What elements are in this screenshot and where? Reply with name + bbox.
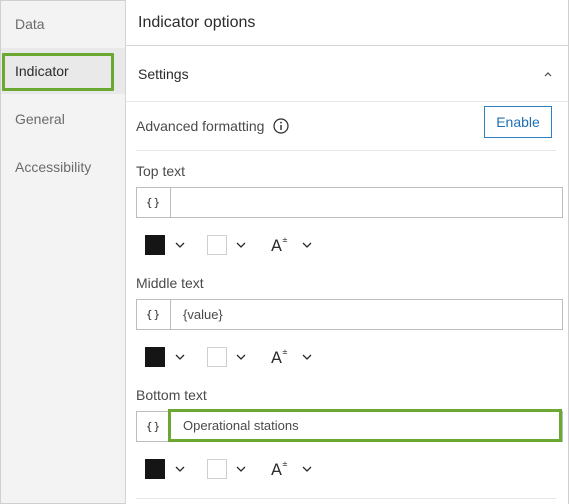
bottom-text-toolbar: A ± [144,457,344,481]
top-text-value[interactable] [171,188,562,217]
sidebar-item-general[interactable]: General [1,96,125,142]
font-size-icon[interactable]: A ± [270,233,292,257]
middle-text-input[interactable]: {} {value} [136,299,563,330]
background-color-swatch[interactable] [207,347,227,367]
insert-expression-icon[interactable]: {} [137,412,171,441]
insert-expression-icon[interactable]: {} [137,188,171,217]
brace-glyph: {} [145,420,162,433]
background-color-swatch[interactable] [207,235,227,255]
advanced-formatting-row: Advanced formatting Enable [136,106,556,146]
top-text-label: Top text [136,163,186,179]
sidebar: Data Indicator General Accessibility [1,1,125,503]
divider [136,498,556,499]
bottom-text-value[interactable]: Operational stations [168,409,562,442]
middle-text-label: Middle text [136,275,204,291]
text-color-swatch[interactable] [145,235,165,255]
chevron-down-icon[interactable] [302,353,312,361]
sidebar-item-label: Indicator [15,63,69,79]
sidebar-item-label: Accessibility [15,159,92,175]
chevron-down-icon[interactable] [236,465,246,473]
middle-text-value[interactable]: {value} [171,300,562,329]
sidebar-item-indicator[interactable]: Indicator [1,48,125,94]
chevron-down-icon[interactable] [302,241,312,249]
top-text-toolbar: A ± [144,233,344,257]
sidebar-item-accessibility[interactable]: Accessibility [1,144,125,190]
settings-section-header[interactable]: Settings [126,46,568,102]
font-size-icon[interactable]: A ± [270,457,292,481]
chevron-down-icon[interactable] [302,465,312,473]
settings-title: Settings [138,65,189,82]
background-color-swatch[interactable] [207,459,227,479]
font-size-icon[interactable]: A ± [270,345,292,369]
sidebar-item-data[interactable]: Data [1,1,125,47]
info-icon[interactable] [273,118,290,134]
top-text-input[interactable]: {} [136,187,563,218]
chevron-down-icon[interactable] [236,241,246,249]
sidebar-item-label: General [15,111,65,127]
page-title: Indicator options [126,0,568,46]
brace-glyph: {} [145,308,162,321]
chevron-down-icon[interactable] [175,465,185,473]
chevron-down-icon[interactable] [175,241,185,249]
middle-text-toolbar: A ± [144,345,344,369]
divider [136,150,556,151]
chevron-down-icon[interactable] [236,353,246,361]
chevron-down-icon[interactable] [175,353,185,361]
sidebar-item-label: Data [15,16,45,32]
bottom-text-label: Bottom text [136,387,207,403]
settings-panel: Settings Advanced formatting Enable Top … [126,46,568,504]
insert-expression-icon[interactable]: {} [137,300,171,329]
enable-button[interactable]: Enable [484,106,552,138]
text-color-swatch[interactable] [145,347,165,367]
brace-glyph: {} [145,196,162,209]
chevron-up-icon[interactable] [542,68,554,80]
advanced-formatting-label: Advanced formatting [136,118,265,134]
text-color-swatch[interactable] [145,459,165,479]
